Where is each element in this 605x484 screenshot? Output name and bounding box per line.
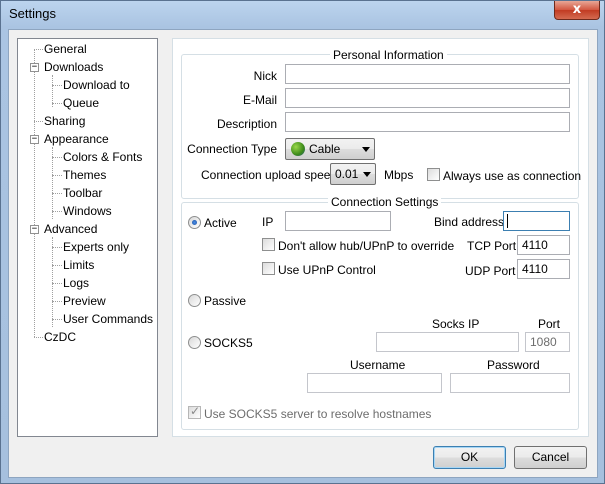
tree-connector <box>52 265 62 266</box>
collapse-icon[interactable]: − <box>30 225 39 234</box>
tree-item-toolbar[interactable]: Toolbar <box>62 185 103 201</box>
udp-port-field[interactable] <box>517 259 570 279</box>
use-upnp-checkbox[interactable] <box>262 262 275 275</box>
window-title: Settings <box>9 6 56 21</box>
upload-unit-label: Mbps <box>384 168 414 182</box>
active-label: Active <box>204 216 237 230</box>
text-cursor <box>507 214 508 228</box>
description-field[interactable] <box>285 112 570 132</box>
tree-connector <box>34 337 43 338</box>
title-bar[interactable]: Settings x <box>1 1 604 27</box>
tree-item-preview[interactable]: Preview <box>62 293 107 309</box>
settings-page: Personal Information Nick E-Mail Descrip… <box>172 38 589 437</box>
radio-selected-dot <box>192 220 197 225</box>
nick-field[interactable] <box>285 64 570 84</box>
tree-connector <box>52 211 62 212</box>
tree-item-colors-fonts[interactable]: Colors & Fonts <box>62 149 143 165</box>
tree-item-downloads[interactable]: Downloads <box>43 59 104 75</box>
tree-connector <box>52 193 62 194</box>
use-upnp-label: Use UPnP Control <box>278 263 376 277</box>
always-use-label: Always use as connection <box>443 169 582 183</box>
tree-item-experts-only[interactable]: Experts only <box>62 239 130 255</box>
tree-item-download-to[interactable]: Download to <box>62 77 131 93</box>
chevron-down-icon <box>363 172 371 177</box>
tree-item-logs[interactable]: Logs <box>62 275 90 291</box>
tree-connector <box>52 157 62 158</box>
description-label: Description <box>216 117 277 131</box>
tree-connector <box>52 175 62 176</box>
tree-item-general[interactable]: General <box>43 41 88 57</box>
checkmark-icon: ✓ <box>190 404 201 418</box>
tree-item-themes[interactable]: Themes <box>62 167 107 183</box>
ok-button[interactable]: OK <box>433 446 506 469</box>
tree-connector <box>34 49 43 50</box>
udp-port-label: UDP Port <box>465 264 516 278</box>
settings-window: Settings x − − − General Downloads Downl… <box>0 0 605 484</box>
tree-connector <box>52 85 62 86</box>
cancel-button[interactable]: Cancel <box>514 446 587 469</box>
tree-item-czdc[interactable]: CzDC <box>43 329 77 345</box>
close-icon: x <box>572 2 582 17</box>
email-label: E-Mail <box>242 93 277 107</box>
upload-speed-select[interactable]: 0.01 <box>330 163 376 185</box>
upload-speed-value: 0.01 <box>335 167 359 181</box>
dont-allow-override-label: Don't allow hub/UPnP to override <box>278 239 455 253</box>
collapse-icon[interactable]: − <box>30 63 39 72</box>
tree-item-user-commands[interactable]: User Commands <box>62 311 154 327</box>
tree-item-windows[interactable]: Windows <box>62 203 113 219</box>
dialog-client-area: − − − General Downloads Download to Queu… <box>8 29 598 478</box>
cable-icon <box>291 142 305 156</box>
tree-connector <box>34 49 35 337</box>
upload-speed-label: Connection upload speed <box>201 168 338 182</box>
tree-item-limits[interactable]: Limits <box>62 257 95 273</box>
passive-radio[interactable] <box>188 294 201 307</box>
connection-settings-title: Connection Settings <box>328 195 442 209</box>
username-field[interactable] <box>307 373 442 393</box>
personal-info-title: Personal Information <box>330 48 447 62</box>
password-field[interactable] <box>450 373 570 393</box>
tree-item-advanced[interactable]: Advanced <box>43 221 98 237</box>
settings-tree[interactable]: − − − General Downloads Download to Queu… <box>17 38 158 437</box>
socks-resolve-checkbox[interactable]: ✓ <box>188 404 201 419</box>
socks-port-label: Port <box>538 317 561 331</box>
tcp-port-field[interactable] <box>517 235 570 255</box>
tree-connector <box>52 319 62 320</box>
nick-label: Nick <box>253 69 277 83</box>
socks5-label: SOCKS5 <box>204 336 253 350</box>
tree-connector <box>52 103 62 104</box>
username-label: Username <box>350 358 406 372</box>
collapse-icon[interactable]: − <box>30 135 39 144</box>
socks-ip-field[interactable] <box>376 332 519 352</box>
tree-item-appearance[interactable]: Appearance <box>43 131 110 147</box>
tree-connector <box>52 301 62 302</box>
socks-resolve-label: Use SOCKS5 server to resolve hostnames <box>204 407 432 421</box>
ip-field[interactable] <box>285 211 391 231</box>
socks5-radio[interactable] <box>188 336 201 349</box>
tree-connector <box>52 247 62 248</box>
always-use-checkbox[interactable] <box>427 168 440 181</box>
dont-allow-override-checkbox[interactable] <box>262 238 275 251</box>
bind-address-field[interactable] <box>503 211 570 231</box>
active-radio[interactable] <box>188 216 201 229</box>
socks-ip-label: Socks IP <box>432 317 480 331</box>
tree-connector <box>52 283 62 284</box>
socks-port-field[interactable] <box>525 332 570 352</box>
tree-item-sharing[interactable]: Sharing <box>43 113 86 129</box>
connection-type-value: Cable <box>309 142 341 156</box>
password-label: Password <box>487 358 540 372</box>
connection-type-label: Connection Type <box>187 142 277 156</box>
chevron-down-icon <box>362 147 370 152</box>
ip-label: IP <box>262 215 274 229</box>
email-field[interactable] <box>285 88 570 108</box>
close-button[interactable]: x <box>554 1 600 20</box>
tcp-port-label: TCP Port <box>467 239 517 253</box>
tree-connector <box>52 237 53 327</box>
tree-item-queue[interactable]: Queue <box>62 95 100 111</box>
bind-address-label: Bind address <box>434 215 505 229</box>
tree-connector <box>34 121 43 122</box>
connection-type-select[interactable]: Cable <box>285 138 375 160</box>
passive-label: Passive <box>204 294 247 308</box>
